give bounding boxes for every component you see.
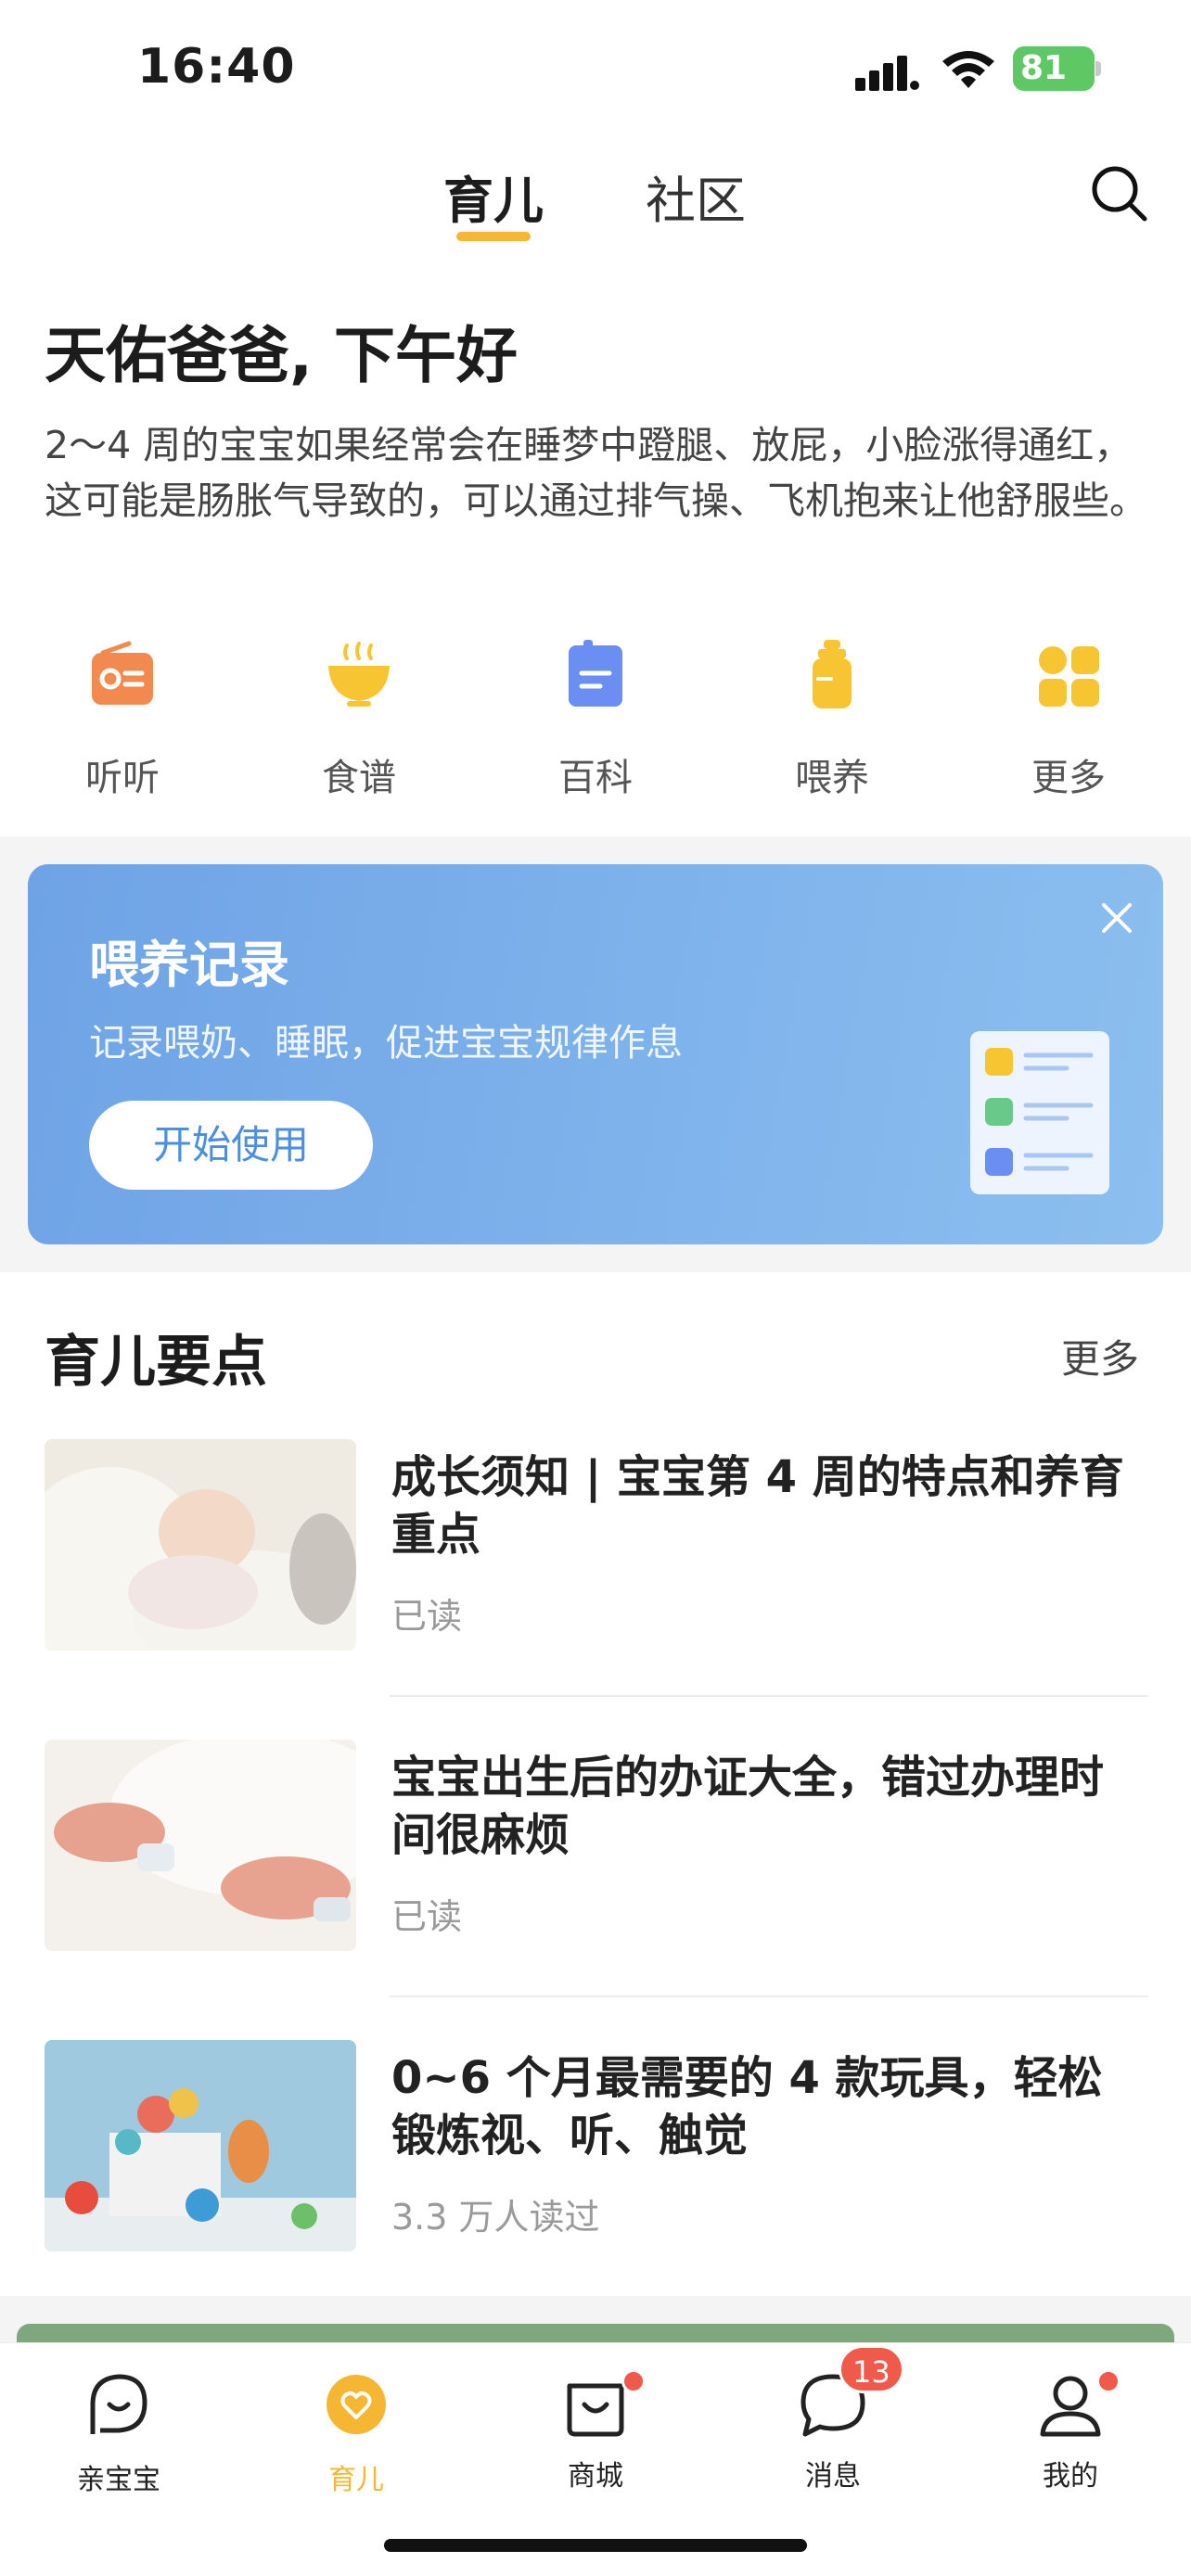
- close-icon[interactable]: [1091, 892, 1143, 944]
- status-time: 16:40: [137, 39, 296, 95]
- nav-item-messages[interactable]: 13 消息: [759, 2345, 907, 2493]
- article-thumbnail: [45, 1740, 356, 1951]
- quick-entry-label: 喂养: [795, 757, 869, 799]
- quick-entry-more[interactable]: 更多: [994, 640, 1143, 801]
- nav-item-parenting[interactable]: 育儿: [282, 2369, 430, 2497]
- nav-item-mall[interactable]: 商城: [521, 2369, 670, 2493]
- list-divider: [390, 1996, 1148, 1997]
- nav-label: 商城: [568, 2460, 623, 2493]
- nav-item-home[interactable]: 亲宝宝: [45, 2369, 193, 2497]
- nav-label: 育儿: [328, 2464, 384, 2496]
- notification-dot: [621, 2369, 646, 2393]
- cellular-signal-icon: [855, 56, 919, 91]
- bottle-icon: [813, 640, 852, 708]
- nav-item-mine[interactable]: 我的: [996, 2369, 1145, 2493]
- quick-entry-listen[interactable]: 听听: [48, 640, 197, 801]
- section-title: 育儿要点: [45, 1330, 267, 1395]
- quick-entry-feeding[interactable]: 喂养: [758, 640, 906, 801]
- article-meta: 3.3 万人读过: [391, 2197, 600, 2238]
- radio-icon: [92, 641, 153, 705]
- quick-entry-recipes[interactable]: 食谱: [285, 640, 433, 801]
- book-icon: [569, 640, 622, 707]
- quick-entry-encyclopedia[interactable]: 百科: [521, 640, 670, 801]
- status-bar: 16:40 81: [0, 0, 1191, 139]
- list-divider: [390, 1695, 1148, 1697]
- feeding-record-banner[interactable]: 喂养记录 记录喂奶、睡眠，促进宝宝规律作息 开始使用: [28, 864, 1163, 1244]
- bowl-icon: [328, 642, 390, 707]
- section-more-link[interactable]: 更多: [1061, 1328, 1139, 1384]
- article-item[interactable]: 0~6 个月最需要的 4 款玩具，轻松锻炼视、听、触觉 3.3 万人读过: [45, 2040, 1148, 2253]
- daily-tip[interactable]: 2～4 周的宝宝如果经常会在睡梦中蹬腿、放屁，小脸涨得通红，这可能是肠胀气导致的…: [45, 417, 1158, 529]
- unread-badge: 13: [839, 2345, 904, 2393]
- grid-icon: [1039, 646, 1099, 707]
- tab-parenting[interactable]: 育儿: [443, 159, 544, 233]
- greeting: 天佑爸爸, 下午好: [45, 320, 519, 391]
- chat-smile-icon: [90, 2374, 147, 2434]
- battery-level: 81: [1020, 49, 1068, 87]
- notification-dot: [1096, 2369, 1121, 2393]
- quick-entries: 听听 食谱 百科 喂养 更多: [0, 640, 1191, 816]
- quick-entry-label: 食谱: [322, 757, 396, 799]
- record-list-illustration: [970, 1031, 1109, 1194]
- heart-icon: [327, 2375, 386, 2434]
- home-indicator: [384, 2539, 807, 2552]
- start-using-button[interactable]: 开始使用: [89, 1101, 373, 1190]
- article-title: 0~6 个月最需要的 4 款玩具，轻松锻炼视、听、触觉: [391, 2052, 1103, 2162]
- tab-community[interactable]: 社区: [646, 159, 746, 233]
- banner-title: 喂养记录: [89, 936, 289, 994]
- nav-label: 消息: [805, 2460, 861, 2493]
- article-title: 宝宝出生后的办证大全，错过办理时间很麻烦: [391, 1752, 1105, 1861]
- quick-entry-label: 更多: [1031, 757, 1106, 799]
- battery-icon: 81: [1013, 46, 1102, 91]
- quick-entry-label: 听听: [85, 757, 160, 799]
- user-icon: [1040, 2376, 1101, 2437]
- nav-label: 我的: [1043, 2460, 1098, 2493]
- banner-subtitle: 记录喂奶、睡眠，促进宝宝规律作息: [89, 1022, 683, 1065]
- active-tab-indicator: [456, 232, 531, 241]
- top-tabs: 育儿 社区: [0, 148, 1191, 250]
- article-meta: 已读: [391, 1896, 463, 1937]
- article-title: 成长须知 | 宝宝第 4 周的特点和养育重点: [391, 1451, 1124, 1561]
- article-item[interactable]: 成长须知 | 宝宝第 4 周的特点和养育重点 已读: [45, 1439, 1148, 1652]
- article-thumbnail: [45, 2040, 356, 2251]
- article-thumbnail: [45, 1439, 356, 1651]
- quick-entry-label: 百科: [558, 757, 633, 799]
- article-item[interactable]: 宝宝出生后的办证大全，错过办理时间很麻烦 已读: [45, 1740, 1148, 1953]
- article-meta: 已读: [391, 1596, 463, 1637]
- shopping-bag-icon: [567, 2383, 624, 2437]
- search-icon[interactable]: [1087, 161, 1152, 226]
- nav-label: 亲宝宝: [77, 2464, 160, 2496]
- wifi-icon: [942, 51, 994, 88]
